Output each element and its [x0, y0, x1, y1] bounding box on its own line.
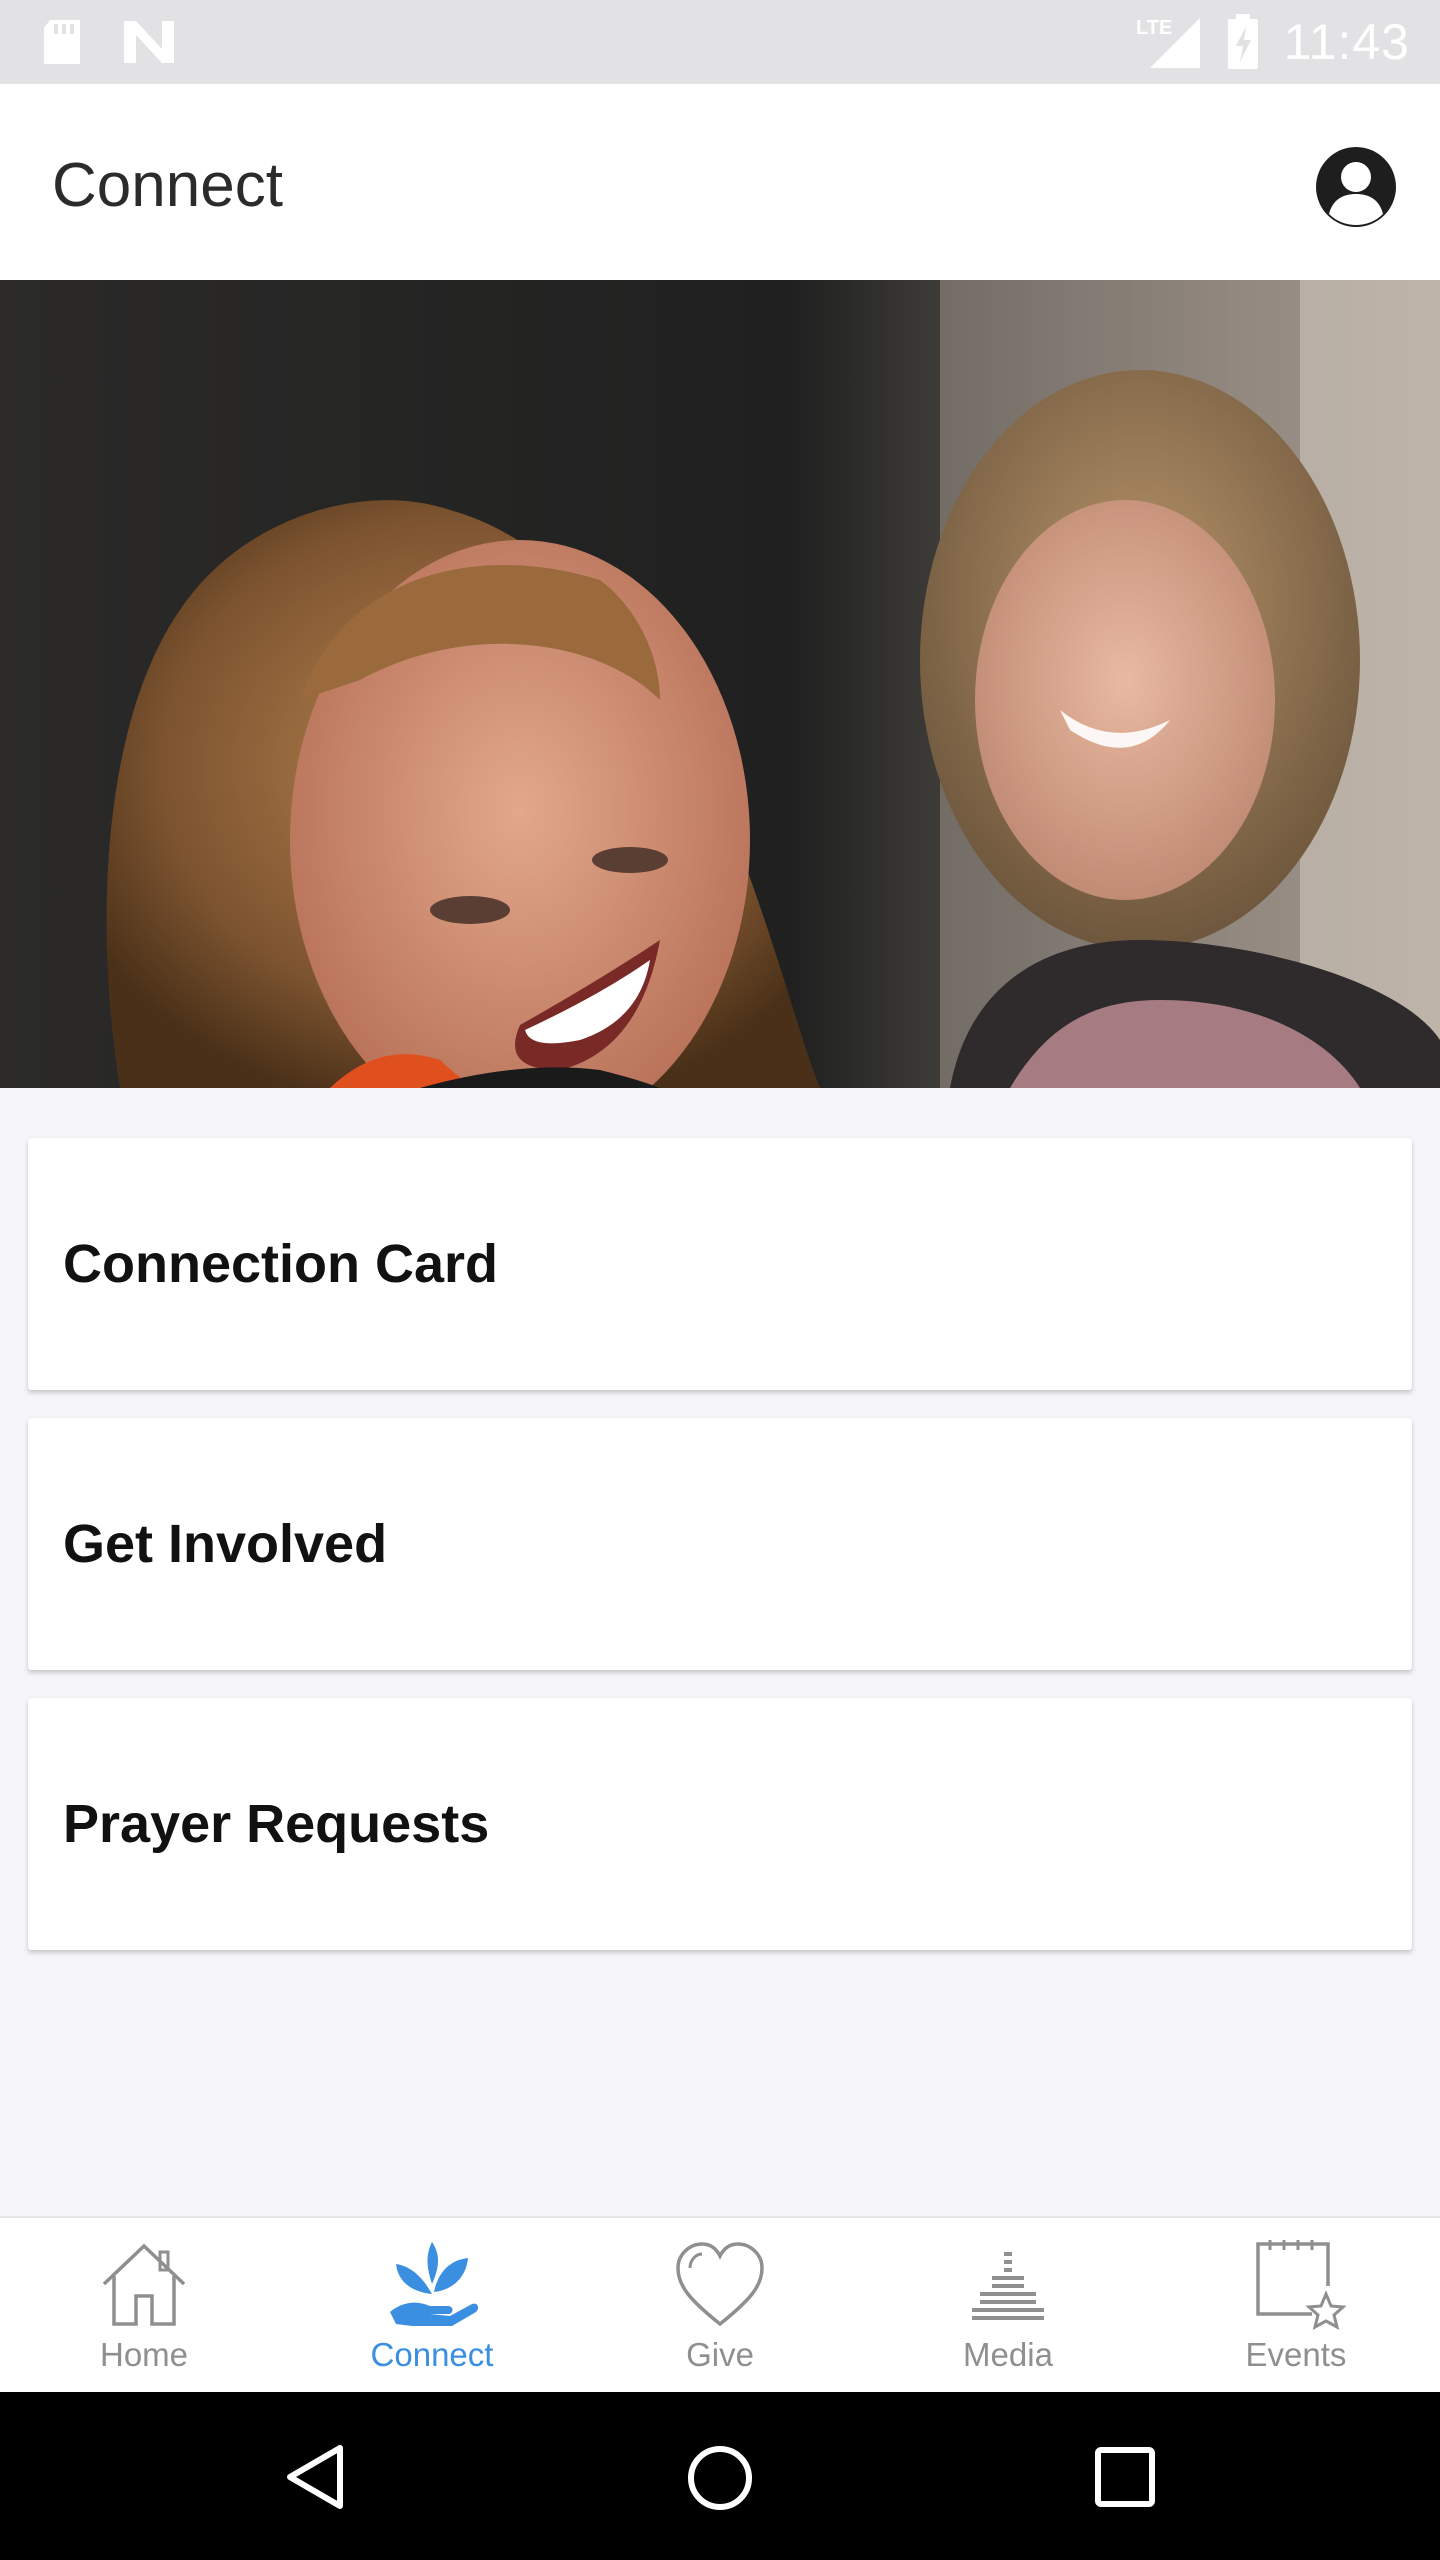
recents-icon[interactable] — [1094, 2446, 1156, 2508]
nav-item-home[interactable]: Home — [0, 2218, 288, 2392]
nav-label: Give — [686, 2336, 754, 2373]
nav-label: Home — [99, 2336, 189, 2373]
heart-icon — [676, 2242, 764, 2327]
connect-plant-hand-icon — [390, 2242, 479, 2326]
network-type-label: LTE — [1136, 17, 1172, 39]
bottom-navigation: Home Connect Give Media Events — [0, 2216, 1440, 2392]
card-label: Connection Card — [63, 1234, 499, 1294]
card-label: Prayer Requests — [63, 1794, 490, 1854]
nav-item-media[interactable]: Media — [864, 2218, 1152, 2392]
home-icon — [102, 2243, 186, 2326]
nav-label: Connect — [370, 2336, 494, 2373]
nav-item-give[interactable]: Give — [576, 2218, 864, 2392]
home-circle-icon[interactable] — [686, 2444, 754, 2512]
battery-charging-icon — [1227, 14, 1258, 69]
page-title: Connect — [52, 151, 283, 220]
app-bar: Connect — [0, 84, 1440, 280]
signal-icon: LTE — [1136, 17, 1200, 68]
prayer-requests-item[interactable]: Prayer Requests — [28, 1698, 1412, 1950]
status-bar: LTE 11:43 — [0, 0, 1440, 84]
account-icon[interactable] — [1315, 146, 1397, 228]
system-navigation-bar — [0, 2392, 1440, 2560]
nav-label: Events — [1245, 2336, 1347, 2373]
n-notification-icon — [124, 21, 174, 63]
sd-card-icon — [44, 20, 80, 64]
nav-item-events[interactable]: Events — [1152, 2218, 1440, 2392]
connection-card-item[interactable]: Connection Card — [28, 1138, 1412, 1390]
card-label: Get Involved — [63, 1514, 388, 1574]
status-clock: 11:43 — [1283, 14, 1410, 70]
calendar-star-icon — [1256, 2240, 1346, 2330]
nav-item-connect[interactable]: Connect — [288, 2218, 576, 2392]
back-icon[interactable] — [282, 2442, 346, 2512]
get-involved-item[interactable]: Get Involved — [28, 1418, 1412, 1670]
hero-photo — [0, 280, 1440, 1088]
media-bars-icon — [972, 2252, 1044, 2320]
nav-label: Media — [963, 2336, 1053, 2373]
